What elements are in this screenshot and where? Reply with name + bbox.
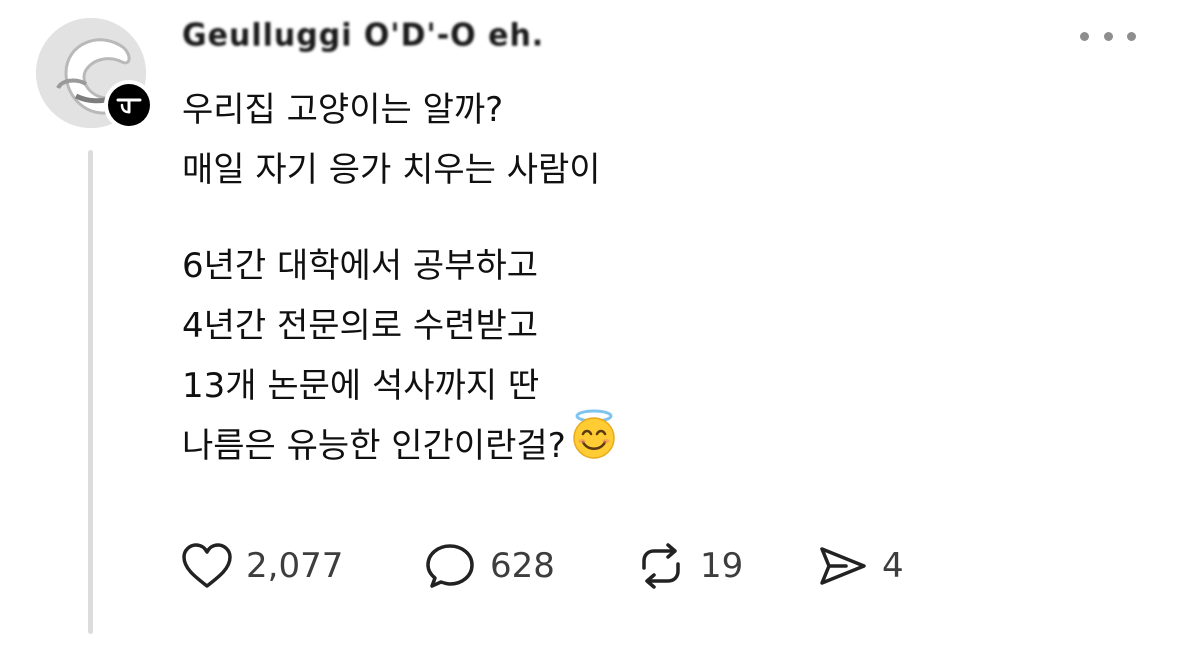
heart-icon bbox=[182, 543, 232, 588]
post-line: 우리집 고양이는 알까? bbox=[182, 90, 504, 130]
post-line: 4년간 전문의로 수련받고 bbox=[182, 306, 539, 346]
post-line: 13개 논문에 석사까지 딴 bbox=[182, 366, 540, 406]
smiling-face-with-halo-icon bbox=[568, 408, 620, 479]
post-body: 우리집 고양이는 알까? 매일 자기 응가 치우는 사람이 6년간 대학에서 공… bbox=[182, 80, 620, 476]
send-icon bbox=[820, 547, 866, 585]
thread-post: Geulluggi O'D'-O eh. 우리집 고양이는 알까? 매일 자기 … bbox=[0, 0, 1179, 648]
threads-badge-icon bbox=[108, 84, 150, 126]
speech-bubble-icon bbox=[426, 544, 474, 588]
repost-count: 19 bbox=[700, 546, 744, 586]
reply-button[interactable]: 628 bbox=[424, 541, 634, 591]
reply-count: 628 bbox=[490, 546, 555, 586]
author-name[interactable]: Geulluggi O'D'-O eh. bbox=[182, 17, 544, 54]
like-count: 2,077 bbox=[246, 546, 344, 586]
post-line: 나름은 유능한 인간이란걸? bbox=[182, 426, 566, 466]
thread-line bbox=[88, 150, 93, 634]
repost-button[interactable]: 19 bbox=[634, 541, 816, 591]
more-dot-icon bbox=[1080, 31, 1089, 41]
more-dot-icon bbox=[1103, 31, 1113, 41]
post-last-line: 나름은 유능한 인간이란걸? bbox=[182, 409, 620, 476]
like-button[interactable]: 2,077 bbox=[180, 541, 424, 591]
repost-icon bbox=[642, 543, 680, 589]
share-count: 4 bbox=[882, 546, 904, 586]
share-button[interactable]: 4 bbox=[816, 541, 904, 591]
follow-badge[interactable] bbox=[104, 80, 154, 130]
action-bar: 2,077 628 19 4 bbox=[180, 538, 904, 594]
more-options-button[interactable] bbox=[1080, 22, 1136, 50]
post-line: 6년간 대학에서 공부하고 bbox=[182, 246, 539, 286]
more-dot-icon bbox=[1127, 31, 1136, 41]
post-line: 매일 자기 응가 치우는 사람이 bbox=[182, 150, 601, 190]
